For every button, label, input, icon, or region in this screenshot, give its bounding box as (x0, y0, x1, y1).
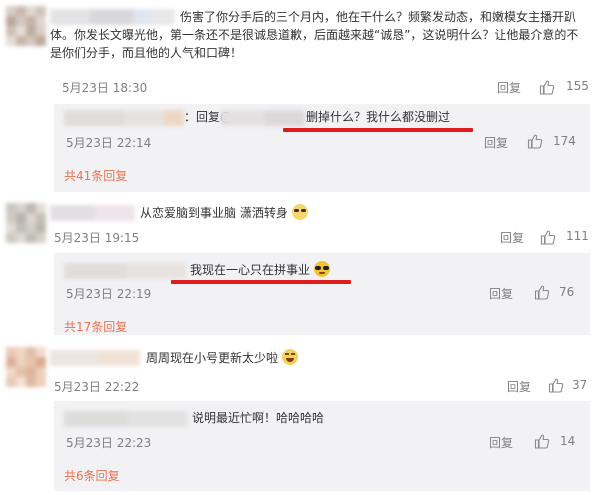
reply-time: 5月23日 22:19 (66, 287, 152, 301)
avatar[interactable] (6, 347, 46, 387)
reply-text: 删掉什么？我什么都没删过 (306, 110, 451, 124)
comment-text: 伤害了你分手后的三个月内，他在干什么？频繁发动态，和嫩模女主播开趴体。你发长文曝… (50, 10, 579, 60)
like-icon[interactable] (527, 133, 543, 149)
reply-time: 5月23日 22:23 (66, 436, 152, 450)
sunglasses-emoji-icon (291, 204, 308, 220)
more-replies-link[interactable]: 共41条回复 (64, 167, 127, 184)
avatar[interactable] (6, 203, 46, 243)
like-icon[interactable] (534, 433, 550, 449)
laughing-emoji-icon (281, 349, 298, 365)
like-count: 76 (559, 285, 575, 299)
cool-emoji-icon (313, 261, 330, 277)
mention-mosaic[interactable] (220, 110, 305, 126)
username-mosaic[interactable] (64, 110, 184, 126)
reply-time: 5月23日 22:14 (66, 136, 152, 150)
avatar[interactable] (6, 6, 46, 46)
highlight-underline (283, 128, 473, 132)
username-mosaic[interactable] (50, 350, 140, 366)
reply-button[interactable]: 回复 (484, 134, 508, 151)
more-replies-link[interactable]: 共17条回复 (64, 318, 127, 335)
reply-button[interactable]: 回复 (489, 434, 513, 451)
username-mosaic[interactable] (64, 411, 188, 427)
comment-time: 5月23日 19:15 (54, 231, 140, 245)
like-count: 111 (566, 229, 589, 243)
like-icon[interactable] (540, 229, 556, 245)
username-mosaic[interactable] (64, 263, 186, 279)
like-count: 174 (553, 134, 576, 148)
comment-time: 5月23日 22:22 (54, 380, 140, 394)
like-icon[interactable] (548, 377, 564, 393)
like-count: 14 (560, 434, 576, 448)
more-replies-link[interactable]: 共6条回复 (64, 467, 120, 484)
reply-text: 我现在一心只在拼事业 (190, 261, 330, 279)
comment-text: 从恋爱脑到事业脑 潇洒转身 (140, 204, 308, 222)
highlight-underline (171, 280, 351, 284)
like-count: 155 (566, 79, 589, 93)
like-count: 37 (572, 378, 588, 392)
username-mosaic[interactable] (50, 205, 135, 221)
reply-button[interactable]: 回复 (507, 378, 531, 395)
comment-time: 5月23日 18:30 (62, 81, 148, 95)
reply-button[interactable]: 回复 (500, 229, 524, 246)
like-icon[interactable] (534, 284, 550, 300)
comment-text: 周周现在小号更新太少啦 (146, 349, 298, 367)
reply-text: 说明最近忙啊！哈哈哈哈 (192, 411, 325, 425)
reply-button[interactable]: 回复 (489, 285, 513, 302)
like-icon[interactable] (539, 79, 555, 95)
reply-button[interactable]: 回复 (497, 79, 521, 96)
